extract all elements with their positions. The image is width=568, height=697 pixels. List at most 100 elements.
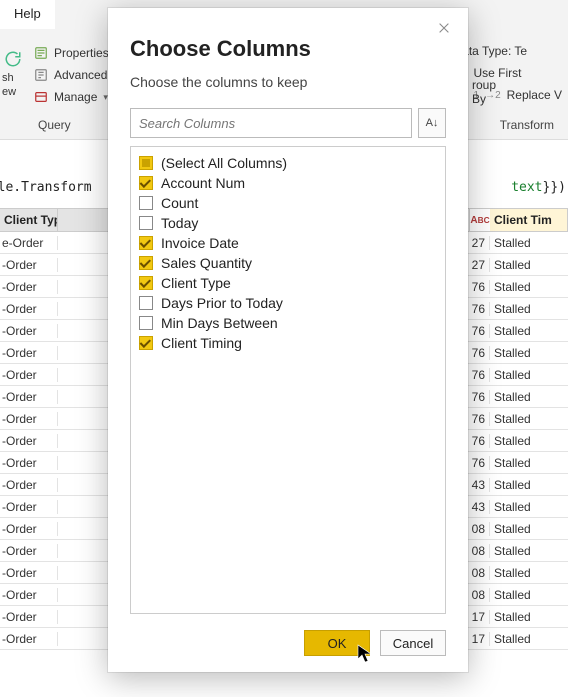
column-label: Min Days Between: [161, 315, 278, 331]
cell-client-type: -Order: [0, 632, 58, 646]
group-by-label-2: By: [472, 92, 496, 106]
cell-client-timing: Stalled: [490, 544, 568, 558]
column-label: Days Prior to Today: [161, 295, 283, 311]
column-checkbox-item[interactable]: Client Timing: [139, 333, 437, 353]
cell-client-timing: Stalled: [490, 324, 568, 338]
formula-bar-left[interactable]: able.Transform: [0, 180, 92, 195]
column-label: Account Num: [161, 175, 245, 191]
columns-list: (Select All Columns) Account Num Count Toda…: [130, 146, 446, 614]
cell-client-timing: Stalled: [490, 280, 568, 294]
cell-client-type: -Order: [0, 368, 58, 382]
checkbox-icon[interactable]: [139, 176, 153, 190]
cell-client-timing: Stalled: [490, 302, 568, 316]
cell-client-type: -Order: [0, 324, 58, 338]
cell-client-type: -Order: [0, 280, 58, 294]
group-by-button[interactable]: roup By: [472, 78, 496, 106]
column-checkbox-item[interactable]: Days Prior to Today: [139, 293, 437, 313]
search-columns-input[interactable]: [130, 108, 412, 138]
checkbox-icon[interactable]: [139, 276, 153, 290]
advanced-label: Advanced: [54, 68, 107, 82]
cell-client-type: -Order: [0, 588, 58, 602]
cell-client-type: -Order: [0, 610, 58, 624]
formula-bar-right[interactable]: text}}): [511, 180, 568, 195]
cell-client-timing: Stalled: [490, 390, 568, 404]
cell-client-timing: Stalled: [490, 412, 568, 426]
cell-client-timing: Stalled: [490, 368, 568, 382]
column-label: Sales Quantity: [161, 255, 252, 271]
close-button[interactable]: [434, 18, 454, 38]
column-checkbox-item[interactable]: Invoice Date: [139, 233, 437, 253]
cell-client-type: -Order: [0, 566, 58, 580]
checkbox-icon[interactable]: [139, 236, 153, 250]
cell-client-type: -Order: [0, 390, 58, 404]
cell-client-timing: Stalled: [490, 566, 568, 580]
ok-button[interactable]: OK: [304, 630, 370, 656]
use-first-row-button[interactable]: Use First: [454, 62, 563, 84]
cell-client-type: -Order: [0, 434, 58, 448]
cell-client-timing: Stalled: [490, 522, 568, 536]
checkbox-icon[interactable]: [139, 196, 153, 210]
refresh-icon[interactable]: [4, 50, 22, 68]
cell-client-type: -Order: [0, 346, 58, 360]
tab-help[interactable]: Help: [0, 0, 55, 29]
cell-client-type: -Order: [0, 544, 58, 558]
cell-client-timing: Stalled: [490, 478, 568, 492]
cell-client-type: -Order: [0, 456, 58, 470]
choose-columns-dialog: Choose Columns Choose the columns to kee…: [108, 8, 468, 672]
group-by-label-1: roup: [472, 78, 496, 92]
column-label: Client Timing: [161, 335, 242, 351]
column-checkbox-item[interactable]: Account Num: [139, 173, 437, 193]
cell-client-type: -Order: [0, 522, 58, 536]
replace-values-button[interactable]: 1→2 Replace V: [454, 84, 563, 106]
column-label: Count: [161, 195, 198, 211]
cell-client-type: -Order: [0, 258, 58, 272]
column-checkbox-item[interactable]: Sales Quantity: [139, 253, 437, 273]
checkbox-icon[interactable]: [139, 336, 153, 350]
cell-client-timing: Stalled: [490, 632, 568, 646]
cell-client-timing: Stalled: [490, 500, 568, 514]
column-label: Invoice Date: [161, 235, 239, 251]
checkbox-icon[interactable]: [139, 316, 153, 330]
properties-label: Properties: [54, 46, 109, 60]
column-checkbox-item[interactable]: (Select All Columns): [139, 153, 437, 173]
sort-toggle-button[interactable]: A↓: [418, 108, 446, 138]
cell-client-timing: Stalled: [490, 258, 568, 272]
cell-client-type: -Order: [0, 412, 58, 426]
cell-client-timing: Stalled: [490, 346, 568, 360]
data-type-button[interactable]: Data Type: Te: [454, 40, 563, 62]
column-checkbox-item[interactable]: Min Days Between: [139, 313, 437, 333]
dialog-title: Choose Columns: [130, 36, 446, 62]
column-label: (Select All Columns): [161, 155, 287, 171]
cell-client-timing: Stalled: [490, 588, 568, 602]
advanced-icon: [34, 68, 48, 82]
column-checkbox-item[interactable]: Count: [139, 193, 437, 213]
refresh-label-partial: sh: [2, 72, 14, 84]
sort-az-icon: A↓: [426, 117, 439, 129]
cell-client-type: -Order: [0, 478, 58, 492]
column-header-client-timing[interactable]: Client Tim: [490, 209, 568, 231]
preview-label-partial: ew: [2, 86, 16, 98]
replace-label: Replace V: [507, 88, 562, 102]
cell-client-timing: Stalled: [490, 434, 568, 448]
checkbox-icon[interactable]: [139, 156, 153, 170]
column-label: Today: [161, 215, 198, 231]
ribbon-group-transform: Transform: [500, 118, 554, 132]
manage-label: Manage: [54, 90, 97, 104]
cell-client-type: -Order: [0, 500, 58, 514]
manage-icon: [34, 90, 48, 104]
checkbox-icon[interactable]: [139, 216, 153, 230]
column-checkbox-item[interactable]: Client Type: [139, 273, 437, 293]
checkbox-icon[interactable]: [139, 256, 153, 270]
cell-client-type: -Order: [0, 302, 58, 316]
cell-client-timing: Stalled: [490, 610, 568, 624]
properties-icon: [34, 46, 48, 60]
checkbox-icon[interactable]: [139, 296, 153, 310]
cell-client-timing: Stalled: [490, 236, 568, 250]
column-checkbox-item[interactable]: Today: [139, 213, 437, 233]
dialog-subtitle: Choose the columns to keep: [130, 74, 446, 90]
column-header-client-type[interactable]: Client Type: [0, 209, 58, 231]
text-type-icon: ABC: [470, 209, 490, 231]
cancel-button[interactable]: Cancel: [380, 630, 446, 656]
cell-client-type: e-Order: [0, 236, 58, 250]
ribbon-group-query: Query: [38, 118, 71, 132]
